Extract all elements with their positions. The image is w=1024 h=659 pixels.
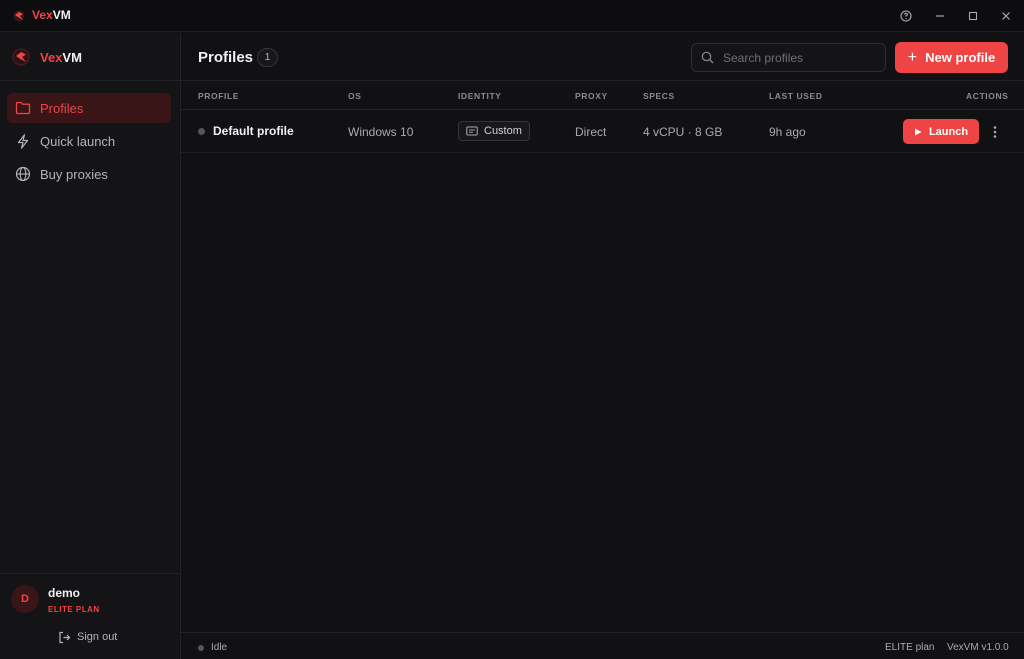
lightning-icon [14,132,32,150]
sign-out-icon [58,630,72,644]
title-bar: VexVM [0,0,1024,32]
play-icon [914,128,922,136]
minimize-icon[interactable] [930,6,950,26]
status-bar: Idle ELITE plan VexVM v1.0.0 [181,632,1024,659]
profile-specs: 4 vCPU · 8 GB [643,125,723,139]
main-content: Profiles 1 + New profile PROFILE OS IDEN… [181,33,1024,659]
column-header-profile[interactable]: PROFILE [198,91,239,101]
version-text: VexVM v1.0.0 [947,642,1009,653]
id-card-icon [466,126,478,136]
sidebar-item-buy-proxies[interactable]: Buy proxies [7,159,171,189]
identity-chip: Custom [458,121,530,141]
brand-logo-icon [12,48,30,66]
column-header-actions: ACTIONS [966,91,1009,101]
plus-icon: + [907,48,918,66]
sidebar-item-label: Buy proxies [40,166,108,182]
globe-icon [14,165,32,183]
column-header-specs[interactable]: SPECS [643,91,675,101]
profile-proxy: Direct [575,125,607,139]
launch-label: Launch [928,125,969,138]
sign-out-label: Sign out [77,631,118,643]
column-header-last-used[interactable]: LAST USED [769,91,823,101]
brand-name: VexVM [40,50,82,65]
column-header-proxy[interactable]: PROXY [575,91,608,101]
profile-count-badge: 1 [257,48,278,67]
sidebar-item-quick-launch[interactable]: Quick launch [7,126,171,156]
launch-button[interactable]: Launch [903,119,979,144]
user-plan-badge: ELITE PLAN [48,605,100,614]
sidebar-item-profiles[interactable]: Profiles [7,93,171,123]
profile-last-used: 9h ago [769,125,806,139]
more-options-icon[interactable] [987,122,1003,142]
sidebar-item-label: Quick launch [40,133,116,149]
profile-status-dot [198,128,205,135]
sidebar-item-label: Profiles [40,100,84,116]
app-logo-icon [12,9,26,23]
profile-os: Windows 10 [348,125,414,139]
user-name: demo [48,586,81,600]
sidebar: VexVM Profiles Quick launch Buy proxies … [0,33,181,659]
user-panel: D demo ELITE PLAN Sign out [0,573,180,659]
table-header: PROFILE OS IDENTITY PROXY SPECS LAST USE… [181,82,1024,110]
close-icon[interactable] [996,6,1016,26]
search-input[interactable] [723,50,873,65]
profile-name: Default profile [213,124,294,138]
avatar[interactable]: D [11,585,39,613]
plan-text: ELITE plan [885,642,935,653]
status-text: Idle [211,642,228,653]
main-header: Profiles 1 + New profile [181,33,1024,81]
column-header-os[interactable]: OS [348,91,361,101]
new-profile-label: New profile [925,50,996,65]
search-icon [701,51,715,65]
window-title: VexVM [32,8,71,22]
page-title: Profiles [198,49,254,66]
column-header-identity[interactable]: IDENTITY [458,91,502,101]
identity-label: Custom [484,125,522,137]
new-profile-button[interactable]: + New profile [895,42,1008,73]
maximize-icon[interactable] [963,6,983,26]
table-row[interactable]: Default profile Windows 10 Custom Direct… [181,110,1024,153]
status-indicator-dot [198,645,204,651]
folder-icon [14,99,32,117]
search-box[interactable] [691,43,886,72]
sidebar-header: VexVM [0,33,180,81]
help-icon[interactable] [896,6,916,26]
sign-out-button[interactable]: Sign out [58,630,117,644]
